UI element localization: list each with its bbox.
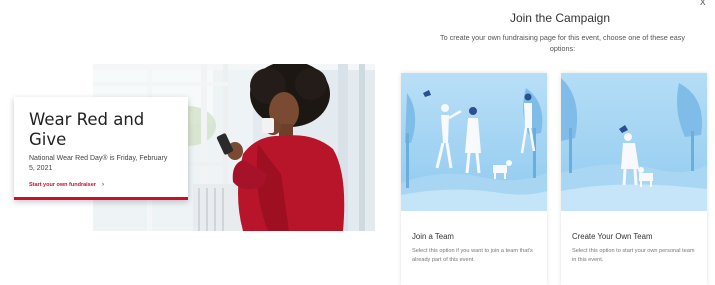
close-icon[interactable]: x (700, 0, 706, 8)
team-illustration-icon (401, 73, 547, 211)
join-team-option[interactable]: Join a Team Select this option if you wa… (401, 73, 547, 285)
hero-subtitle: National Wear Red Day® is Friday, Februa… (29, 155, 168, 172)
create-own-team-title: Create Your Own Team (572, 232, 653, 241)
hero-card: Wear Red and Give National Wear Red Day®… (14, 97, 188, 200)
hero-title: Wear Red and Give (29, 110, 145, 149)
person-with-dog-illustration-icon (561, 73, 707, 211)
create-own-team-description: Select this option to start your own per… (572, 248, 695, 263)
chevron-right-icon: › (101, 182, 104, 188)
start-fundraiser-link[interactable]: Start your own fundraiser › (29, 182, 174, 188)
create-own-team-option[interactable]: Create Your Own Team Select this option … (561, 73, 707, 285)
campaign-title: Join the Campaign (509, 11, 611, 25)
campaign-subtitle: To create your own fundraising page for … (440, 33, 685, 53)
start-fundraiser-label: Start your own fundraiser (29, 182, 96, 188)
join-team-title: Join a Team (412, 232, 454, 241)
join-team-description: Select this option if you want to join a… (412, 248, 533, 263)
